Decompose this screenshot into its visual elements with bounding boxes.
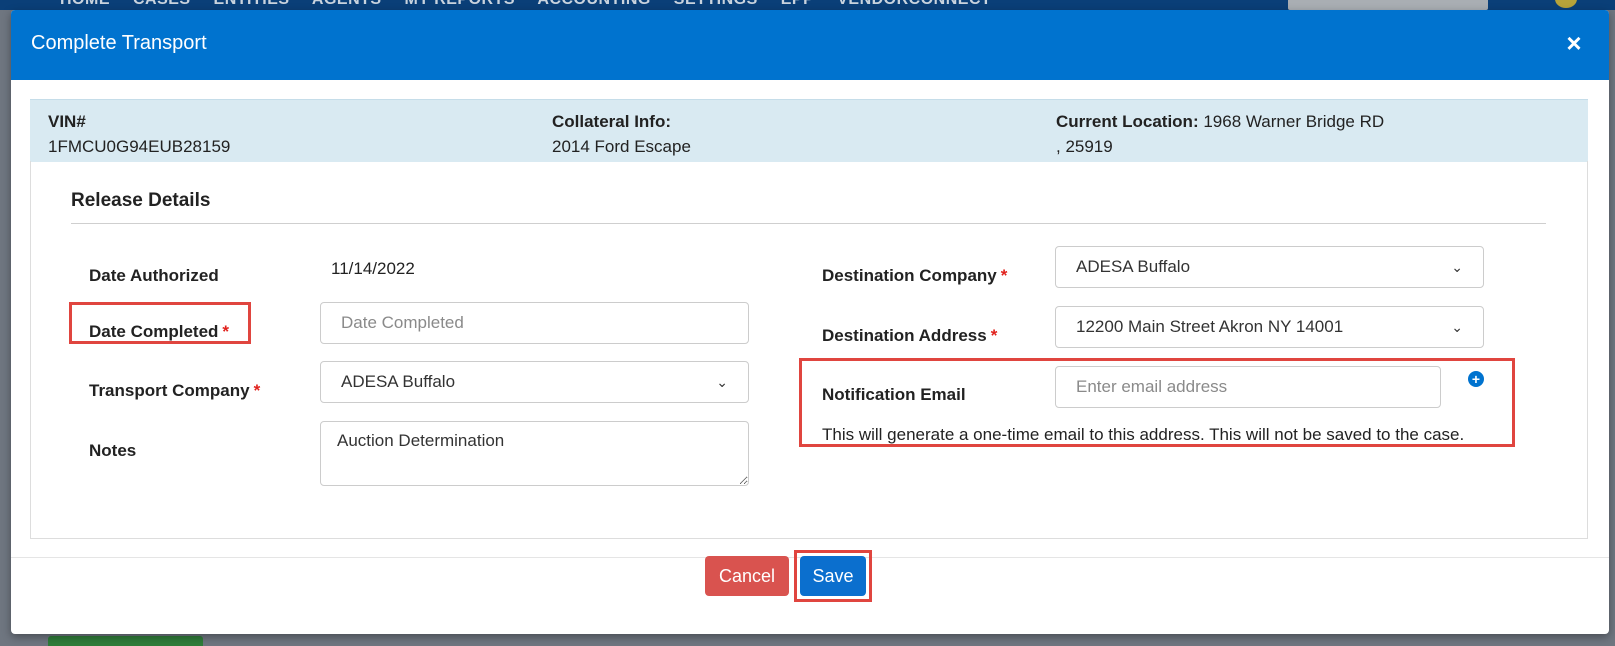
- background-search-input: [1288, 0, 1488, 10]
- chevron-down-icon: ⌄: [1451, 258, 1463, 275]
- add-email-plus-icon[interactable]: +: [1468, 371, 1484, 387]
- chevron-down-icon: ⌄: [716, 373, 728, 390]
- complete-transport-modal: Complete Transport × VIN# 1FMCU0G94EUB28…: [11, 10, 1609, 634]
- destination-company-value: ADESA Buffalo: [1076, 257, 1191, 276]
- destination-address-value: 12200 Main Street Akron NY 14001: [1076, 317, 1344, 336]
- close-icon[interactable]: ×: [1559, 28, 1589, 58]
- date-completed-input[interactable]: [320, 302, 749, 344]
- chevron-down-icon: ⌄: [1451, 318, 1463, 335]
- destination-address-select[interactable]: 12200 Main Street Akron NY 14001 ⌄: [1055, 306, 1484, 348]
- current-location-info: Current Location: 1968 Warner Bridge RD …: [1056, 109, 1384, 159]
- transport-company-label-wrap: Transport Company *: [89, 381, 260, 401]
- nav-epp: EPP: [781, 0, 815, 8]
- required-mark: *: [222, 322, 230, 341]
- background-gear-icon: [1555, 0, 1577, 8]
- destination-address-label: Destination Address: [822, 326, 987, 345]
- transport-company-label: Transport Company: [89, 381, 250, 400]
- section-divider: [71, 223, 1546, 224]
- nav-entities: ENTITIES: [214, 0, 290, 8]
- nav-settings: SETTINGS: [674, 0, 758, 8]
- save-button[interactable]: Save: [800, 556, 866, 596]
- vin-label: VIN#: [48, 112, 86, 131]
- notification-help-text: This will generate a one-time email to t…: [822, 425, 1465, 444]
- background-nav-items: HOME CASES ENTITIES AGENTS MY REPORTS AC…: [60, 0, 1009, 9]
- location-line1: 1968 Warner Bridge RD: [1203, 112, 1385, 131]
- location-label: Current Location:: [1056, 112, 1199, 131]
- notification-email-input[interactable]: [1055, 366, 1441, 408]
- required-mark: *: [253, 381, 261, 400]
- collateral-label: Collateral Info:: [552, 112, 672, 131]
- nav-cases: CASES: [133, 0, 191, 8]
- date-authorized-label: Date Authorized: [89, 266, 219, 285]
- nav-accounting: ACCOUNTING: [537, 0, 650, 8]
- nav-vendorconnect: VENDORCONNECT: [837, 0, 991, 8]
- nav-my-reports: MY REPORTS: [405, 0, 516, 8]
- notes-label: Notes: [89, 441, 137, 460]
- required-mark: *: [1000, 266, 1008, 285]
- destination-address-label-wrap: Destination Address *: [822, 326, 997, 346]
- modal-header: Complete Transport ×: [11, 10, 1609, 80]
- collateral-value: 2014 Ford Escape: [552, 137, 691, 156]
- release-details-panel: [30, 161, 1588, 539]
- location-line2: , 25919: [1056, 137, 1113, 156]
- required-mark: *: [990, 326, 998, 345]
- destination-company-select[interactable]: ADESA Buffalo ⌄: [1055, 246, 1484, 288]
- cancel-button[interactable]: Cancel: [705, 556, 789, 596]
- modal-title: Complete Transport: [31, 32, 207, 54]
- background-green-button: [48, 636, 203, 646]
- transport-company-select[interactable]: ADESA Buffalo ⌄: [320, 361, 749, 403]
- background-top-nav: HOME CASES ENTITIES AGENTS MY REPORTS AC…: [0, 0, 1615, 10]
- vin-value: 1FMCU0G94EUB28159: [48, 137, 231, 156]
- section-title: Release Details: [71, 190, 211, 211]
- date-completed-label: Date Completed: [89, 322, 219, 341]
- notification-email-label: Notification Email: [822, 385, 966, 404]
- destination-company-label: Destination Company: [822, 266, 997, 285]
- destination-company-label-wrap: Destination Company *: [822, 266, 1007, 286]
- notes-textarea[interactable]: Auction Determination: [320, 421, 749, 486]
- nav-agents: AGENTS: [312, 0, 382, 8]
- collateral-info: Collateral Info: 2014 Ford Escape: [552, 109, 691, 159]
- transport-company-value: ADESA Buffalo: [341, 372, 456, 391]
- vin-info: VIN# 1FMCU0G94EUB28159: [48, 109, 230, 159]
- vehicle-info-bar: VIN# 1FMCU0G94EUB28159 Collateral Info: …: [30, 99, 1588, 162]
- date-authorized-value: 11/14/2022: [331, 259, 415, 278]
- nav-home: HOME: [60, 0, 110, 8]
- date-completed-label-wrap: Date Completed *: [89, 322, 229, 342]
